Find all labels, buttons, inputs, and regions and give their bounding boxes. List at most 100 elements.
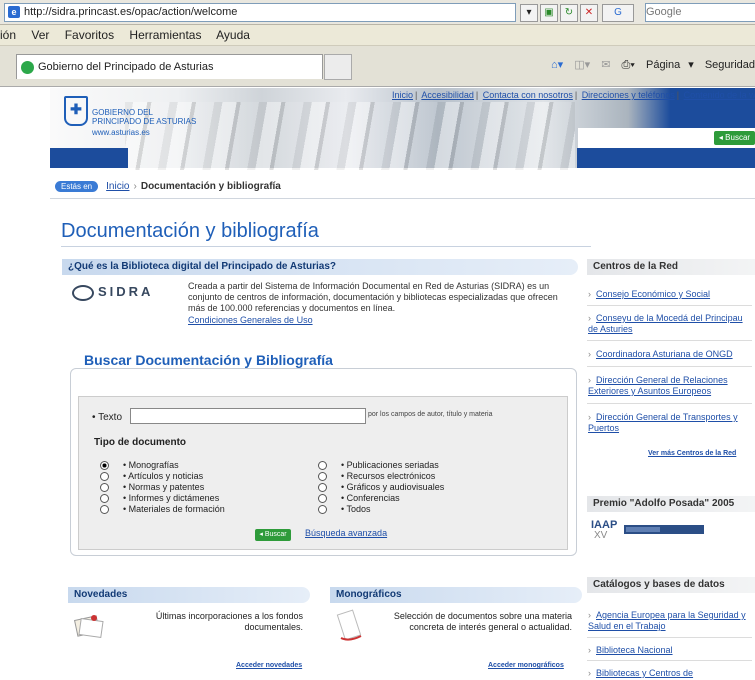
monograficos-link[interactable]: Acceder monográficos xyxy=(488,662,564,669)
stop-icon[interactable]: ✕ xyxy=(580,4,598,22)
sidebar-item-coordinadora[interactable]: › Coordinadora Asturiana de ONGD xyxy=(588,349,753,360)
radio-normas[interactable] xyxy=(100,483,109,493)
tab-favicon-icon xyxy=(21,60,34,74)
breadcrumb-current: Documentación y bibliografía xyxy=(140,181,281,192)
top-link-direcciones[interactable]: Direcciones y teléfonos xyxy=(582,90,675,100)
texto-label: • Texto xyxy=(92,412,123,423)
radio-graficos[interactable] xyxy=(318,483,327,493)
ver-mas-centros-link[interactable]: Ver más Centros de la Red xyxy=(648,450,736,457)
conditions-link[interactable]: Condiciones Generales de Uso xyxy=(188,315,313,325)
sidebar-divider xyxy=(587,366,752,367)
sidebar-item-label: Bibliotecas y Centros de xyxy=(596,668,694,678)
sidebar-item-label: Dirección General de Transportes y Puert… xyxy=(588,412,738,433)
tab-bar: Gobierno del Principado de Asturias ⌂▾ ◫… xyxy=(0,46,755,87)
header-blue-band xyxy=(50,148,128,168)
sidebar-divider xyxy=(587,403,752,404)
dropdown-arrow-icon[interactable]: ▾ xyxy=(520,4,538,22)
option-label: Monografías xyxy=(128,460,179,470)
new-tab-button[interactable] xyxy=(324,54,352,80)
radio-articulos[interactable] xyxy=(100,472,109,482)
radio-conferencias[interactable] xyxy=(318,494,327,504)
top-link-contacta[interactable]: Contacta con nosotros xyxy=(483,90,573,100)
header-search-button[interactable]: ◂ Buscar xyxy=(714,131,755,145)
option-materiales[interactable]: • Materiales de formación xyxy=(100,504,225,515)
option-todos[interactable]: • Todos xyxy=(318,504,371,515)
sidebar-item-agencia[interactable]: › Agencia Europea para la Seguridad y Sal… xyxy=(588,610,753,632)
page-menu[interactable]: Página xyxy=(646,59,680,71)
breadcrumb-home-link[interactable]: Inicio xyxy=(106,181,129,192)
google-icon[interactable]: G xyxy=(602,4,634,22)
option-monografias[interactable]: • Monografías xyxy=(100,460,179,471)
radio-publicaciones[interactable] xyxy=(318,461,327,471)
sidebar-item-transportes[interactable]: › Dirección General de Transportes y Puer… xyxy=(588,412,753,434)
title-divider xyxy=(61,246,591,247)
novedades-link[interactable]: Acceder novedades xyxy=(236,662,302,669)
refresh-icon[interactable]: ↻ xyxy=(560,4,578,22)
top-link-contenido[interactable]: Contenido de la we xyxy=(684,90,755,100)
texto-input[interactable] xyxy=(130,408,366,424)
premio-heading: Premio "Adolfo Posada" 2005 xyxy=(587,496,755,512)
option-conferencias[interactable]: • Conferencias xyxy=(318,493,400,504)
monograficos-text: Selección de documentos sobre una materi… xyxy=(393,611,572,632)
tipo-label: Tipo de documento xyxy=(94,437,187,448)
browser-tab[interactable]: Gobierno del Principado de Asturias xyxy=(16,54,323,79)
menu-bar: ión Ver Favoritos Herramientas Ayuda xyxy=(0,25,755,46)
menu-item-view[interactable]: Ver xyxy=(31,28,49,42)
option-label: Conferencias xyxy=(346,493,400,503)
sidebar-divider xyxy=(587,305,752,306)
sidebar-item-bibliotecas[interactable]: › Bibliotecas y Centros de xyxy=(588,668,753,679)
menu-item-favorites[interactable]: Favoritos xyxy=(65,28,114,42)
url-text: http://sidra.princast.es/opac/action/wel… xyxy=(24,6,238,18)
radio-todos[interactable] xyxy=(318,505,327,515)
radio-monografias[interactable] xyxy=(100,461,109,471)
sidebar-item-relaciones[interactable]: › Dirección General de Relaciones Exterio… xyxy=(588,375,753,397)
top-link-accesibilidad[interactable]: Accesibilidad xyxy=(421,90,474,100)
feeds-icon[interactable]: ◫▾ xyxy=(574,59,590,71)
search-engine-field[interactable]: Google xyxy=(645,3,755,22)
sidebar-item-label: Conseyu de la Mocedá del Principau de As… xyxy=(588,313,743,334)
papers-icon xyxy=(73,615,104,639)
option-normas[interactable]: • Normas y patentes xyxy=(100,482,204,493)
mail-icon[interactable]: ✉ xyxy=(601,59,610,71)
advanced-search-link[interactable]: Búsqueda avanzada xyxy=(305,528,387,538)
search-engine-label: Google xyxy=(646,6,682,18)
option-label: Gráficos y audiovisuales xyxy=(346,482,445,492)
breadcrumb-badge: Estás en xyxy=(55,181,99,192)
iaap-logo-icon[interactable]: IAAP XV xyxy=(590,517,710,539)
sidebar-item-label: Biblioteca Nacional xyxy=(596,645,673,655)
print-icon[interactable]: ⎙▾ xyxy=(622,59,635,71)
sidebar-item-conseyu[interactable]: › Conseyu de la Mocedá del Principau de A… xyxy=(588,313,753,335)
sidebar-item-biblioteca-nacional[interactable]: › Biblioteca Nacional xyxy=(588,645,753,656)
option-label: Materiales de formación xyxy=(128,504,225,514)
asturias-crest-icon[interactable]: ✚ xyxy=(64,96,88,126)
radio-materiales[interactable] xyxy=(100,505,109,515)
compat-icon[interactable]: ▣ xyxy=(540,4,558,22)
sidebar-divider xyxy=(587,660,752,661)
option-publicaciones[interactable]: • Publicaciones seriadas xyxy=(318,460,439,471)
header-search-label: Buscar xyxy=(725,133,751,142)
search-submit-label: Buscar xyxy=(264,531,287,538)
sidra-ring-icon xyxy=(72,284,94,301)
radio-informes[interactable] xyxy=(100,494,109,504)
menu-item-file[interactable]: ión xyxy=(0,28,16,42)
menu-item-tools[interactable]: Herramientas xyxy=(129,28,201,42)
home-icon[interactable]: ⌂▾ xyxy=(551,59,563,71)
option-graficos[interactable]: • Gráficos y audiovisuales xyxy=(318,482,445,493)
logo-url[interactable]: www.asturias.es xyxy=(92,128,150,137)
top-link-inicio[interactable]: Inicio xyxy=(392,90,413,100)
search-submit-button[interactable]: ◂ Buscar xyxy=(255,529,291,541)
logo-text[interactable]: GOBIERNO DEL PRINCIPADO DE ASTURIAS xyxy=(92,108,196,126)
sidebar-item-label: Dirección General de Relaciones Exterior… xyxy=(588,375,728,396)
header-blue-band-right xyxy=(577,148,755,168)
option-informes[interactable]: • Informes y dictámenes xyxy=(100,493,219,504)
menu-item-help[interactable]: Ayuda xyxy=(216,28,250,42)
security-menu[interactable]: Seguridad xyxy=(705,59,755,71)
url-field[interactable]: e http://sidra.princast.es/opac/action/we… xyxy=(4,3,516,22)
tab-title: Gobierno del Principado de Asturias xyxy=(38,61,214,73)
sidebar-item-consejo[interactable]: › Consejo Económico y Social xyxy=(588,289,753,300)
breadcrumb: Estás en Inicio › Documentación y bibliogra… xyxy=(55,181,281,192)
radio-recursos[interactable] xyxy=(318,472,327,482)
option-articulos[interactable]: • Artículos y noticias xyxy=(100,471,203,482)
option-recursos[interactable]: • Recursos electrónicos xyxy=(318,471,435,482)
sidebar-divider xyxy=(587,340,752,341)
